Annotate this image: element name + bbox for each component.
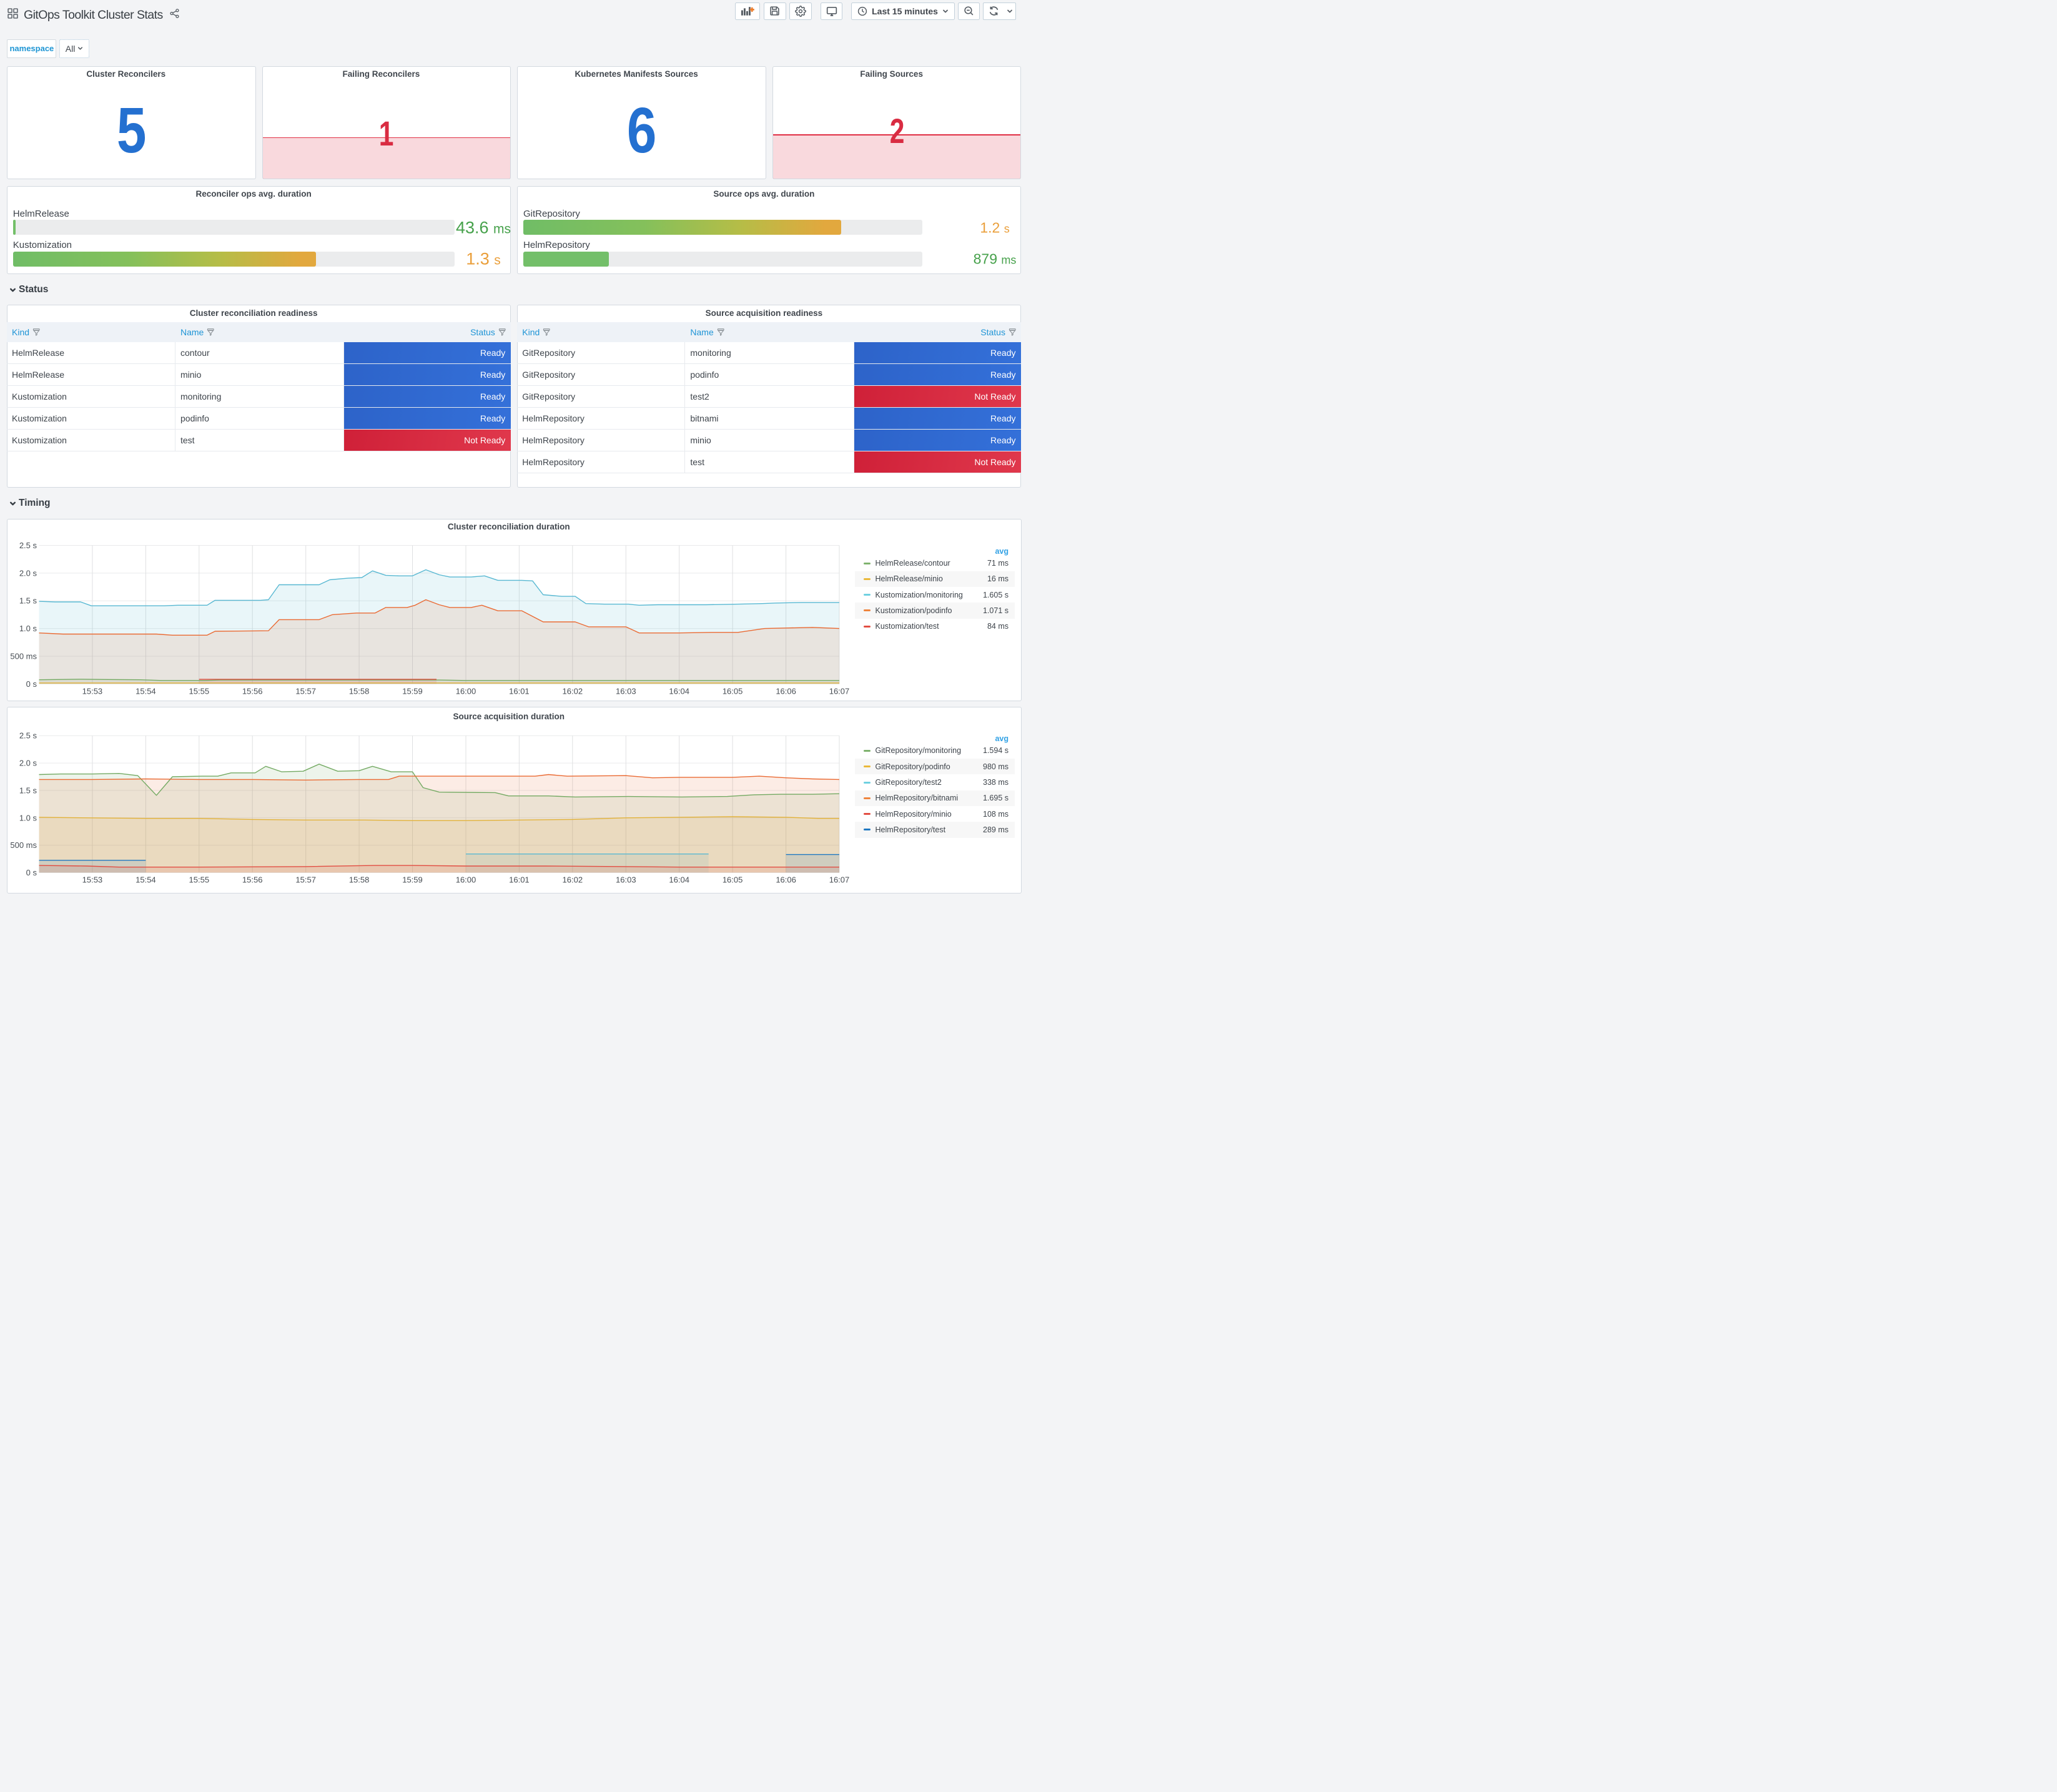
svg-text:15:55: 15:55	[189, 687, 210, 696]
svg-text:2.5 s: 2.5 s	[19, 731, 37, 741]
svg-text:2.0 s: 2.0 s	[19, 568, 37, 578]
svg-text:16:07: 16:07	[829, 687, 850, 696]
svg-text:16:00: 16:00	[456, 875, 476, 885]
svg-text:1.0 s: 1.0 s	[19, 624, 37, 633]
svg-text:2.5 s: 2.5 s	[19, 541, 37, 550]
svg-text:15:59: 15:59	[402, 875, 423, 885]
svg-text:2.0 s: 2.0 s	[19, 759, 37, 768]
svg-text:16:06: 16:06	[776, 687, 796, 696]
svg-text:15:57: 15:57	[295, 687, 316, 696]
svg-text:0 s: 0 s	[26, 868, 37, 877]
svg-text:15:58: 15:58	[349, 687, 370, 696]
svg-text:16:01: 16:01	[509, 875, 530, 885]
svg-text:500 ms: 500 ms	[10, 652, 37, 661]
svg-text:1.5 s: 1.5 s	[19, 596, 37, 606]
svg-text:1.5 s: 1.5 s	[19, 785, 37, 795]
svg-text:16:02: 16:02	[563, 687, 583, 696]
svg-text:15:56: 15:56	[242, 875, 263, 885]
svg-text:16:05: 16:05	[723, 875, 743, 885]
svg-text:16:06: 16:06	[776, 875, 796, 885]
svg-text:16:07: 16:07	[829, 875, 850, 885]
svg-text:16:04: 16:04	[669, 687, 689, 696]
svg-text:0 s: 0 s	[26, 679, 37, 689]
svg-text:16:04: 16:04	[669, 875, 689, 885]
svg-text:1.0 s: 1.0 s	[19, 813, 37, 822]
svg-text:500 ms: 500 ms	[10, 840, 37, 850]
svg-text:15:59: 15:59	[402, 687, 423, 696]
svg-text:15:57: 15:57	[295, 875, 316, 885]
svg-text:15:54: 15:54	[136, 687, 156, 696]
svg-text:16:05: 16:05	[723, 687, 743, 696]
svg-text:16:03: 16:03	[616, 875, 636, 885]
svg-text:16:00: 16:00	[456, 687, 476, 696]
svg-text:15:53: 15:53	[82, 875, 103, 885]
svg-text:15:55: 15:55	[189, 875, 210, 885]
svg-text:15:53: 15:53	[82, 687, 103, 696]
svg-text:16:01: 16:01	[509, 687, 530, 696]
svg-text:15:56: 15:56	[242, 687, 263, 696]
svg-text:16:02: 16:02	[563, 875, 583, 885]
svg-text:15:54: 15:54	[136, 875, 156, 885]
svg-text:16:03: 16:03	[616, 687, 636, 696]
svg-text:15:58: 15:58	[349, 875, 370, 885]
